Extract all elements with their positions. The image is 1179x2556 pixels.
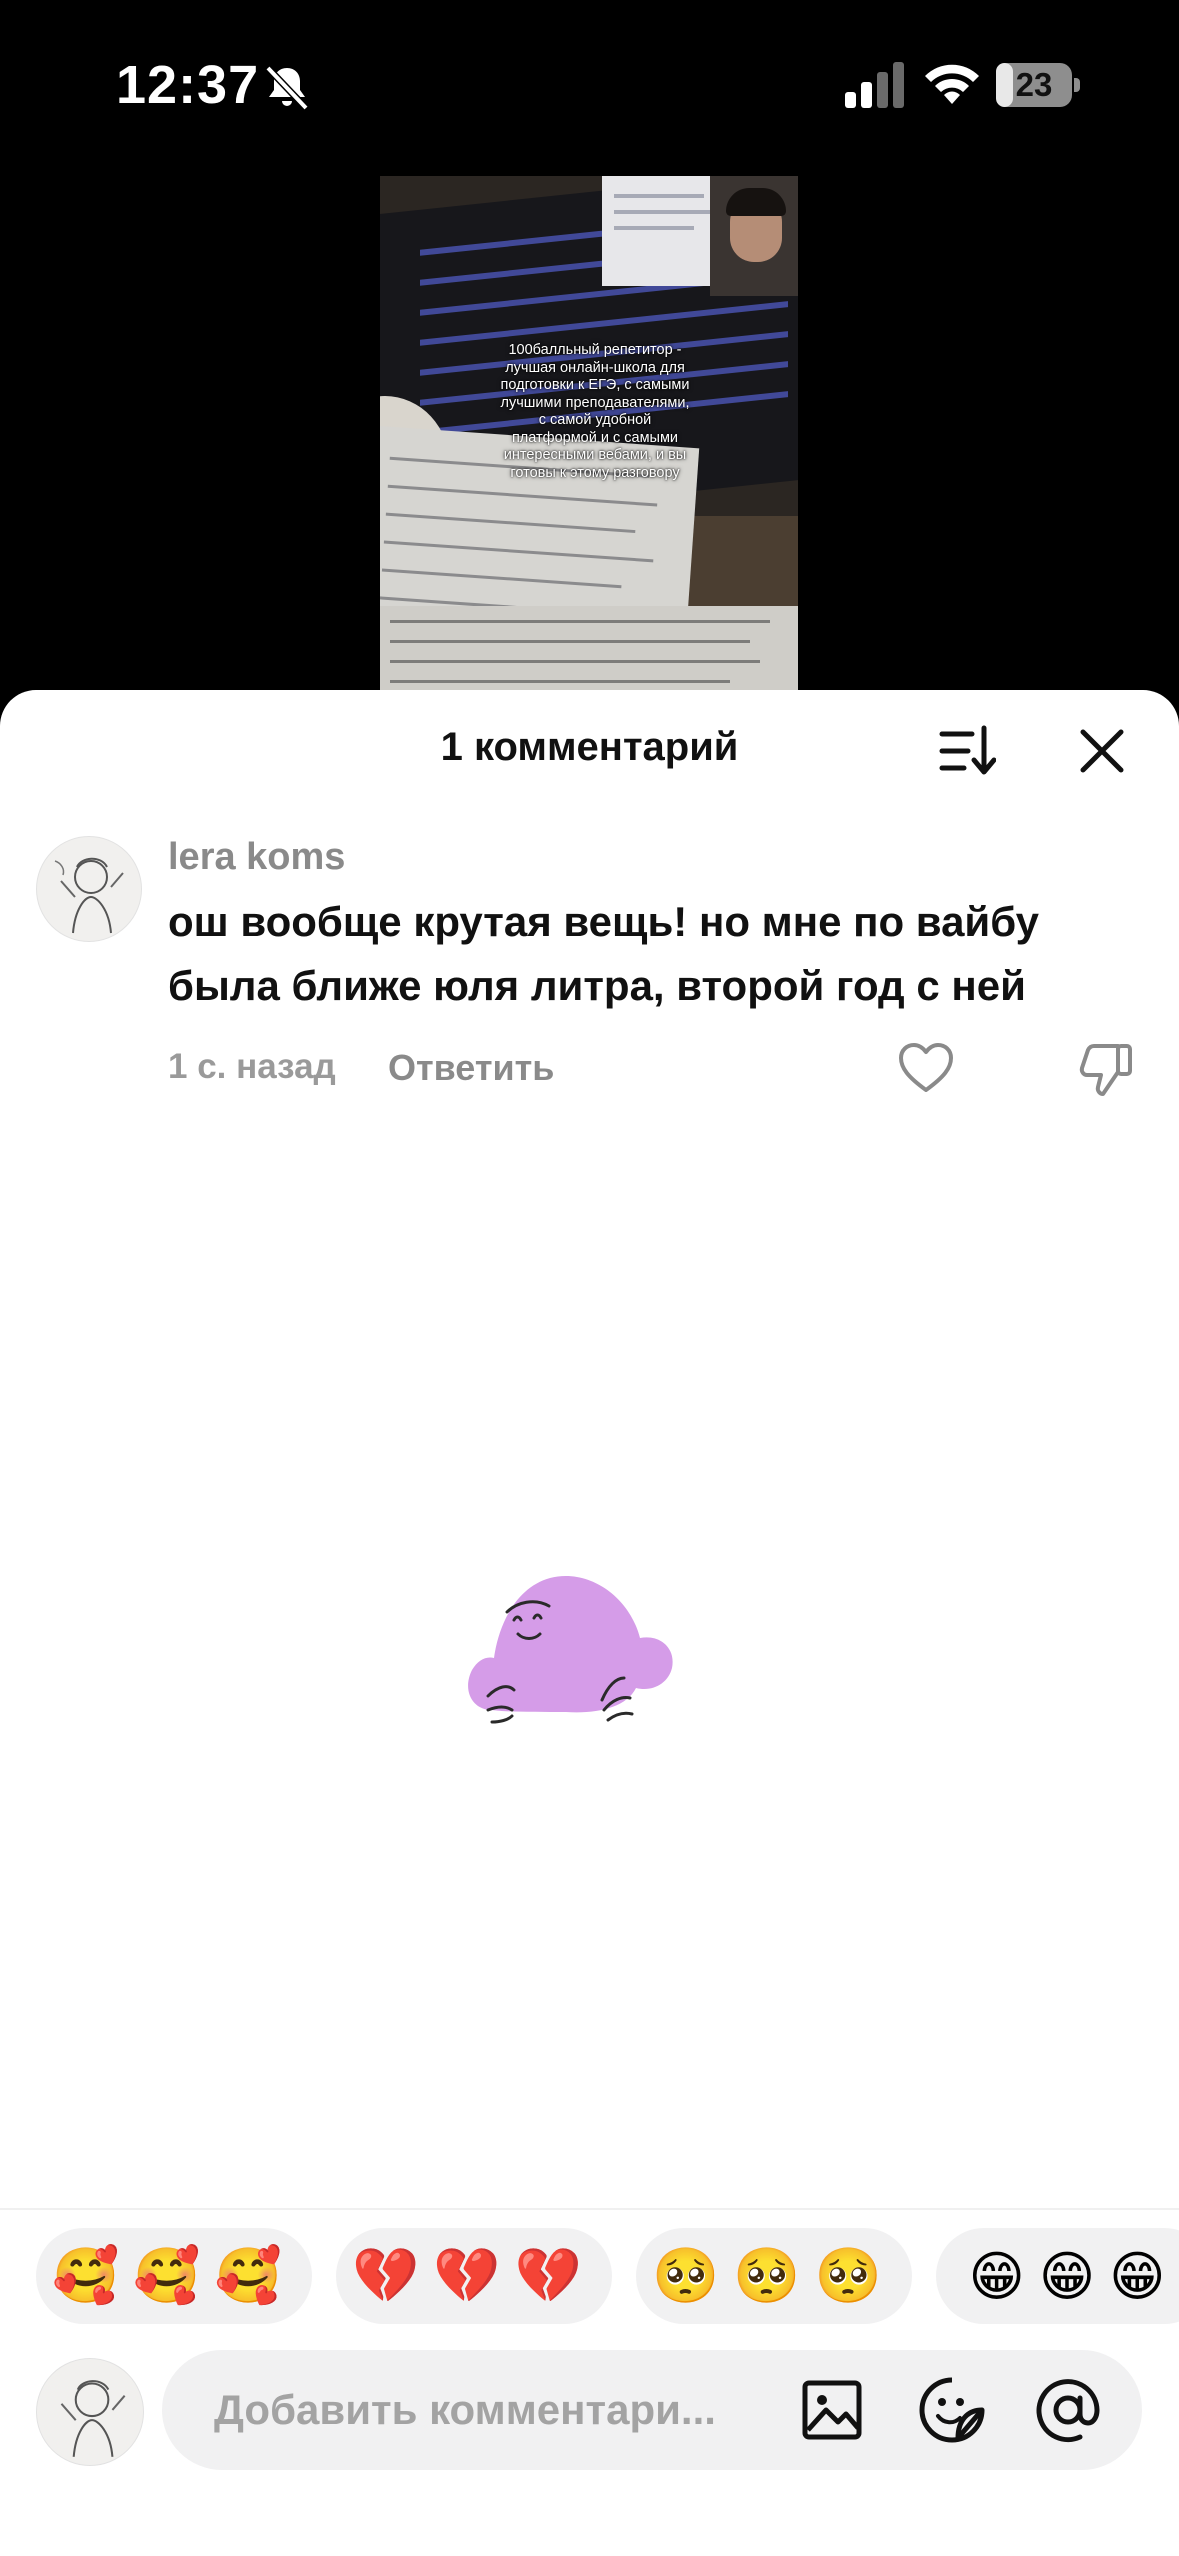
avatar-drawing-icon <box>60 2380 126 2457</box>
comment-input[interactable] <box>214 2386 794 2434</box>
reply-button[interactable]: Ответить <box>388 1047 554 1089</box>
status-time: 12:37 <box>116 55 260 115</box>
emoji-suggestions: 🥰🥰🥰 💔💔💔 🥺🥺🥺 😁😁😁 <box>0 2228 1179 2326</box>
battery-level: 23 <box>1015 66 1053 103</box>
mention-icon[interactable] <box>1034 2376 1102 2444</box>
comment-composer <box>162 2350 1142 2470</box>
cellular-signal-icon <box>845 62 904 108</box>
avatar-drawing-icon <box>54 857 124 934</box>
sort-icon[interactable] <box>938 722 996 780</box>
emoji-chip-grinning-face[interactable]: 😁😁😁 <box>936 2228 1179 2324</box>
comments-title: 1 комментарий <box>440 725 739 769</box>
emoji-chip-pleading-face[interactable]: 🥺🥺🥺 <box>636 2228 912 2324</box>
video-caption: 100балльный репетитор - лучшая онлайн-шк… <box>500 342 690 481</box>
close-icon[interactable] <box>1075 724 1129 778</box>
avatar[interactable] <box>36 836 142 942</box>
sticker-icon[interactable] <box>918 2376 986 2444</box>
divider <box>0 2208 1179 2210</box>
comment-text: ош вообще крутая вещь! но мне по вайбу б… <box>168 898 1039 1009</box>
empty-state-mascot-icon <box>468 1576 673 1724</box>
status-bar: 12:37 23 <box>0 0 1179 170</box>
emoji-chip-broken-heart[interactable]: 💔💔💔 <box>336 2228 612 2324</box>
heart-icon[interactable] <box>898 1042 954 1094</box>
composer-avatar <box>36 2358 144 2466</box>
wifi-icon <box>925 64 979 104</box>
bell-off-icon <box>265 65 309 111</box>
video-preview[interactable]: 100балльный репетитор - лучшая онлайн-шк… <box>380 176 798 706</box>
thumbs-down-icon[interactable] <box>1078 1040 1136 1098</box>
image-icon[interactable] <box>800 2378 864 2442</box>
comment-username[interactable]: lera koms <box>168 836 345 879</box>
comment-timestamp: 1 с. назад <box>168 1047 336 1086</box>
battery-icon: 23 <box>996 63 1080 107</box>
emoji-chip-smiling-hearts[interactable]: 🥰🥰🥰 <box>36 2228 312 2324</box>
